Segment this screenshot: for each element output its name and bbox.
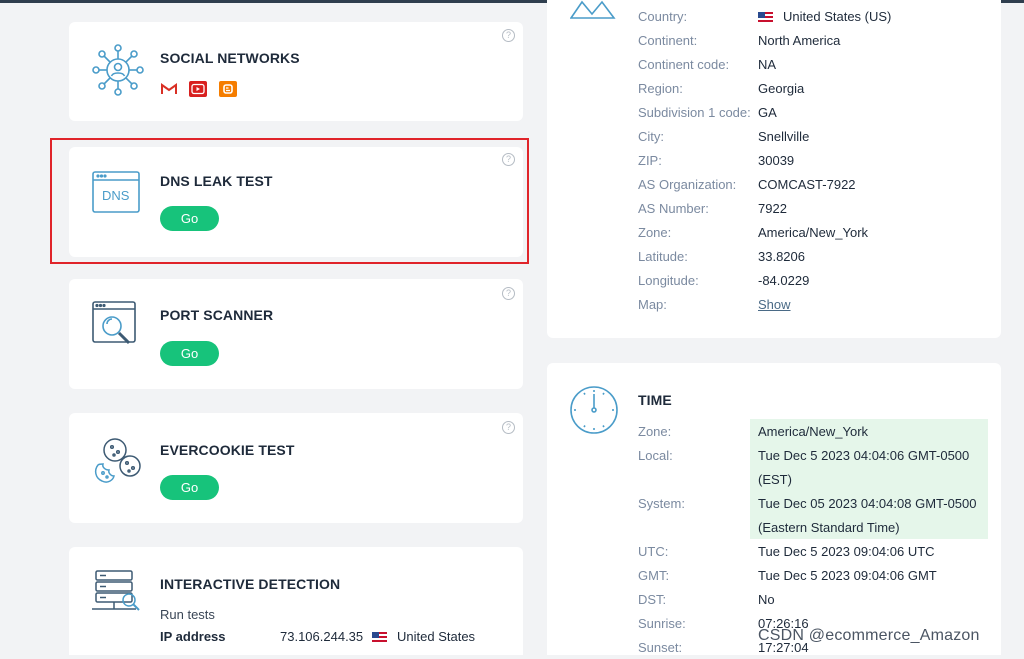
location-label: AS Organization: bbox=[638, 177, 737, 192]
social-networks-card: ? SOCIAL NETWORKS bbox=[69, 22, 523, 121]
highlight-box bbox=[50, 138, 529, 264]
youtube-icon bbox=[189, 81, 207, 97]
blogger-icon bbox=[219, 81, 237, 97]
location-value: GA bbox=[758, 105, 777, 120]
clock-icon bbox=[570, 385, 620, 440]
help-icon[interactable]: ? bbox=[502, 29, 515, 42]
location-value: Snellville bbox=[758, 129, 810, 144]
location-value: 7922 bbox=[758, 201, 787, 216]
location-label: Continent: bbox=[638, 33, 698, 48]
location-label: Subdivision 1 code: bbox=[638, 105, 751, 120]
location-label: Map: bbox=[638, 297, 667, 312]
gmail-icon bbox=[160, 81, 178, 97]
us-flag-icon bbox=[372, 632, 387, 642]
location-value: Georgia bbox=[758, 81, 805, 96]
location-card: Country: United States (US) Continent: Nort… bbox=[547, 0, 1001, 338]
location-value: 30039 bbox=[758, 153, 795, 168]
watermark: CSDN @ecommerce_Amazon bbox=[758, 627, 980, 644]
run-tests-label[interactable]: Run tests bbox=[160, 607, 215, 622]
ip-address-value: 73.106.244.35 bbox=[280, 629, 364, 644]
help-icon[interactable]: ? bbox=[502, 421, 515, 434]
location-value: 33.8206 bbox=[758, 249, 805, 264]
time-title: TIME bbox=[638, 392, 672, 408]
evercookie-go-button[interactable]: Go bbox=[160, 475, 219, 500]
cookie-icon bbox=[92, 435, 144, 487]
country-value-wrap: United States (US) bbox=[758, 6, 891, 28]
location-value: America/New_York bbox=[758, 225, 869, 240]
ip-address-label: IP address bbox=[160, 629, 226, 644]
location-label: Latitude: bbox=[638, 249, 688, 264]
location-label: Region: bbox=[638, 81, 683, 96]
server-search-icon bbox=[92, 569, 144, 621]
location-label: Zone: bbox=[638, 225, 672, 240]
location-value: COMCAST-7922 bbox=[758, 177, 856, 192]
location-label: Longitude: bbox=[638, 273, 699, 288]
location-value: North America bbox=[758, 33, 841, 48]
interactive-detection-card: INTERACTIVE DETECTION Run tests IP addre… bbox=[69, 547, 523, 655]
port-go-button[interactable]: Go bbox=[160, 341, 219, 366]
location-value: NA bbox=[758, 57, 777, 72]
location-label: City: bbox=[638, 129, 664, 144]
evercookie-test-card: ? EVERCOOKIE TEST Go bbox=[69, 413, 523, 523]
social-networks-title: SOCIAL NETWORKS bbox=[160, 50, 300, 66]
location-label: AS Number: bbox=[638, 201, 709, 216]
port-scanner-icon bbox=[92, 300, 144, 352]
country-value: United States (US) bbox=[783, 9, 892, 24]
location-label: Continent code: bbox=[638, 57, 730, 72]
location-value: -84.0229 bbox=[758, 273, 810, 288]
location-label: ZIP: bbox=[638, 153, 662, 168]
location-icon bbox=[569, 0, 616, 25]
time-card: TIME Zone: America/New_York Local: Tue D… bbox=[547, 363, 1001, 655]
location-label: Country: bbox=[638, 9, 688, 24]
evercookie-test-title: EVERCOOKIE TEST bbox=[160, 442, 295, 458]
help-icon[interactable]: ? bbox=[502, 287, 515, 300]
ip-country: United States bbox=[372, 629, 475, 644]
us-flag-icon bbox=[758, 12, 773, 22]
map-show-link[interactable]: Show bbox=[758, 294, 791, 316]
interactive-detection-title: INTERACTIVE DETECTION bbox=[160, 576, 341, 592]
port-scanner-title: PORT SCANNER bbox=[160, 307, 274, 323]
port-scanner-card: ? PORT SCANNER Go bbox=[69, 279, 523, 389]
social-network-icon bbox=[92, 44, 144, 96]
